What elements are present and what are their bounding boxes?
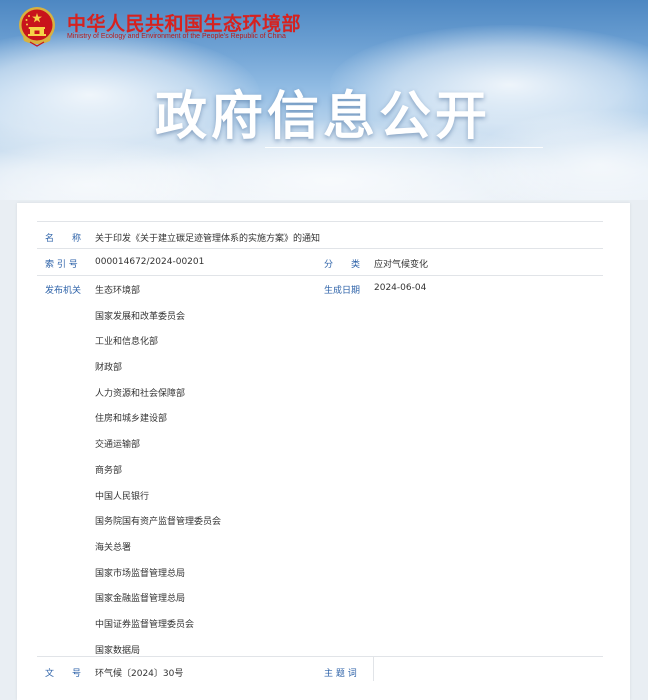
- issuer-item: 中国证券监督管理委员会: [95, 619, 195, 630]
- column-divider: [373, 657, 374, 681]
- issuer-label: 发布机关: [45, 286, 82, 296]
- ministry-name-en: Ministry of Ecology and Environment of t…: [67, 33, 286, 40]
- document-info-card: 名 称 关于印发《关于建立碳足迹管理体系的实施方案》的通知 索 引 号 0000…: [17, 203, 630, 700]
- issuer-item: 住房和城乡建设部: [95, 414, 168, 425]
- document-info-table: 名 称 关于印发《关于建立碳足迹管理体系的实施方案》的通知 索 引 号 0000…: [37, 221, 603, 681]
- banner-title: 政府信息公开: [155, 87, 492, 147]
- docno-label: 文 号: [45, 669, 82, 679]
- issuer-item: 交通运输部: [95, 440, 141, 451]
- row-docno: 文 号 环气候〔2024〕30号 主 题 词: [37, 657, 603, 681]
- issuer-item: 财政部: [95, 363, 123, 374]
- name-value: 关于印发《关于建立碳足迹管理体系的实施方案》的通知: [95, 234, 321, 244]
- name-label: 名 称: [45, 234, 82, 244]
- issuer-item: 国家金融监督管理总局: [95, 594, 186, 605]
- issuer-item: 国家市场监督管理总局: [95, 568, 186, 579]
- issuer-item: 国家发展和改革委员会: [95, 311, 186, 322]
- issuer-item: 人力资源和社会保障部: [95, 388, 186, 399]
- national-emblem-icon[interactable]: [17, 6, 57, 48]
- issuer-item: 生态环境部: [95, 286, 141, 296]
- issuer-item: 中国人民银行: [95, 491, 150, 502]
- issuer-item: 商务部: [95, 465, 123, 476]
- row-name: 名 称 关于印发《关于建立碳足迹管理体系的实施方案》的通知: [37, 221, 603, 249]
- row-issuer: 发布机关 生态环境部 国家发展和改革委员会 工业和信息化部 财政部 人力资源和社…: [37, 276, 603, 657]
- title-divider: [265, 147, 543, 148]
- index-label: 索 引 号: [45, 260, 78, 270]
- issuer-item: 工业和信息化部: [95, 337, 159, 348]
- ministry-name-cn[interactable]: 中华人民共和国生态环境部: [67, 9, 301, 36]
- index-value: 000014672/2024-00201: [95, 257, 205, 267]
- issuer-item: 海关总署: [95, 542, 132, 553]
- row-index: 索 引 号 000014672/2024-00201 分 类 应对气候变化: [37, 249, 603, 276]
- date-value: 2024-06-04: [374, 283, 427, 293]
- page-header: 中华人民共和国生态环境部 Ministry of Ecology and Env…: [0, 0, 648, 200]
- issuer-list: 生态环境部 国家发展和改革委员会 工业和信息化部 财政部 人力资源和社会保障部 …: [95, 283, 221, 668]
- category-label: 分 类: [324, 260, 361, 270]
- category-value: 应对气候变化: [374, 260, 429, 270]
- docno-value: 环气候〔2024〕30号: [95, 669, 184, 679]
- issuer-item: 国务院国有资产监督管理委员会: [95, 517, 222, 528]
- keywords-label: 主 题 词: [324, 669, 357, 679]
- date-label: 生成日期: [324, 286, 361, 296]
